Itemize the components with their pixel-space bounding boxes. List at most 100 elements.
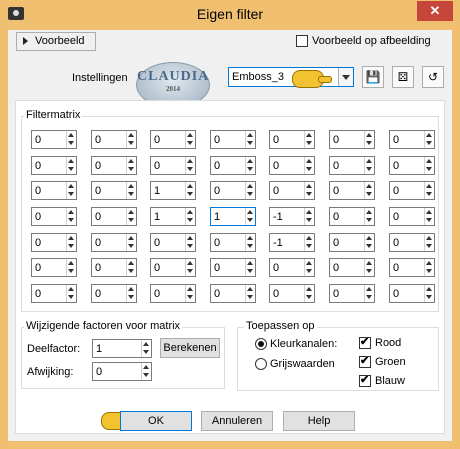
matrix-cell-spinner[interactable]: 1 [210, 207, 256, 226]
red-checkbox[interactable] [359, 335, 371, 349]
matrix-cell-spinner[interactable]: 0 [389, 258, 435, 277]
chevron-down-icon[interactable] [338, 68, 353, 86]
matrix-cell-spinner[interactable]: 0 [31, 156, 77, 175]
calculate-button[interactable]: Berekenen [160, 338, 220, 358]
matrix-cell-spinner[interactable]: 1 [150, 181, 196, 200]
spinner-arrows-icon[interactable] [424, 131, 434, 148]
spinner-arrows-icon[interactable] [66, 131, 76, 148]
spinner-arrows-icon[interactable] [245, 234, 255, 251]
matrix-cell-spinner[interactable]: 0 [150, 130, 196, 149]
spinner-arrows-icon[interactable] [364, 157, 374, 174]
matrix-cell-spinner[interactable]: 0 [31, 284, 77, 303]
matrix-cell-spinner[interactable]: 0 [210, 181, 256, 200]
close-button[interactable]: ✕ [417, 1, 453, 21]
matrix-cell-spinner[interactable]: 0 [31, 207, 77, 226]
divisor-spinner[interactable]: 1 [92, 339, 152, 358]
spinner-arrows-icon[interactable] [66, 285, 76, 302]
matrix-cell-spinner[interactable]: 0 [269, 130, 315, 149]
spinner-arrows-icon[interactable] [126, 182, 136, 199]
matrix-cell-spinner[interactable]: 1 [150, 207, 196, 226]
matrix-cell-spinner[interactable]: 0 [31, 130, 77, 149]
matrix-cell-spinner[interactable]: 0 [329, 258, 375, 277]
spinner-arrows-icon[interactable] [185, 157, 195, 174]
randomize-button[interactable]: ⚄ [392, 66, 414, 88]
matrix-cell-spinner[interactable]: -1 [269, 233, 315, 252]
spinner-arrows-icon[interactable] [185, 208, 195, 225]
spinner-arrows-icon[interactable] [424, 182, 434, 199]
spinner-arrows-icon[interactable] [304, 131, 314, 148]
spinner-arrows-icon[interactable] [66, 234, 76, 251]
spinner-arrows-icon[interactable] [185, 131, 195, 148]
spinner-arrows-icon[interactable] [126, 234, 136, 251]
matrix-cell-spinner[interactable]: -1 [269, 207, 315, 226]
spinner-arrows-icon[interactable] [304, 208, 314, 225]
matrix-cell-spinner[interactable]: 0 [31, 258, 77, 277]
matrix-cell-spinner[interactable]: 0 [210, 233, 256, 252]
matrix-cell-spinner[interactable]: 0 [389, 233, 435, 252]
matrix-cell-spinner[interactable]: 0 [329, 233, 375, 252]
spinner-arrows-icon[interactable] [364, 285, 374, 302]
matrix-cell-spinner[interactable]: 0 [31, 181, 77, 200]
spinner-arrows-icon[interactable] [304, 182, 314, 199]
save-preset-button[interactable]: 💾 [362, 66, 384, 88]
spinner-arrows-icon[interactable] [424, 259, 434, 276]
matrix-cell-spinner[interactable]: 0 [329, 130, 375, 149]
spinner-arrows-icon[interactable] [364, 208, 374, 225]
green-checkbox[interactable] [359, 354, 371, 368]
preset-dropdown[interactable]: Emboss_3 [228, 67, 354, 87]
spinner-arrows-icon[interactable] [304, 157, 314, 174]
ok-button[interactable]: OK [120, 411, 192, 431]
spinner-arrows-icon[interactable] [126, 131, 136, 148]
matrix-cell-spinner[interactable]: 0 [389, 284, 435, 303]
spinner-arrows-icon[interactable] [126, 157, 136, 174]
spinner-arrows-icon[interactable] [304, 234, 314, 251]
title-bar[interactable]: Eigen filter ✕ [0, 0, 460, 28]
spinner-arrows-icon[interactable] [66, 157, 76, 174]
spinner-arrows-icon[interactable] [185, 234, 195, 251]
matrix-cell-spinner[interactable]: 0 [150, 233, 196, 252]
spinner-arrows-icon[interactable] [245, 259, 255, 276]
spinner-arrows-icon[interactable] [185, 182, 195, 199]
matrix-cell-spinner[interactable]: 0 [210, 284, 256, 303]
matrix-cell-spinner[interactable]: 0 [91, 181, 137, 200]
spinner-arrows-icon[interactable] [304, 285, 314, 302]
spinner-arrows-icon[interactable] [245, 208, 255, 225]
matrix-cell-spinner[interactable]: 0 [329, 156, 375, 175]
matrix-cell-spinner[interactable]: 0 [329, 284, 375, 303]
matrix-cell-spinner[interactable]: 0 [389, 207, 435, 226]
matrix-cell-spinner[interactable]: 0 [389, 130, 435, 149]
matrix-cell-spinner[interactable]: 0 [210, 156, 256, 175]
spinner-arrows-icon[interactable] [185, 259, 195, 276]
spinner-arrows-icon[interactable] [185, 285, 195, 302]
matrix-cell-spinner[interactable]: 0 [91, 156, 137, 175]
spinner-arrows-icon[interactable] [66, 182, 76, 199]
matrix-cell-spinner[interactable]: 0 [269, 156, 315, 175]
spinner-arrows-icon[interactable] [304, 259, 314, 276]
matrix-cell-spinner[interactable]: 0 [150, 284, 196, 303]
color-channels-radio[interactable] [255, 338, 267, 350]
spinner-arrows-icon[interactable] [66, 259, 76, 276]
spinner-arrows-icon[interactable] [141, 363, 151, 380]
matrix-cell-spinner[interactable]: 0 [269, 181, 315, 200]
matrix-cell-spinner[interactable]: 0 [210, 130, 256, 149]
matrix-cell-spinner[interactable]: 0 [389, 181, 435, 200]
matrix-cell-spinner[interactable]: 0 [150, 258, 196, 277]
spinner-arrows-icon[interactable] [66, 208, 76, 225]
matrix-cell-spinner[interactable]: 0 [91, 130, 137, 149]
spinner-arrows-icon[interactable] [424, 285, 434, 302]
matrix-cell-spinner[interactable]: 0 [210, 258, 256, 277]
blue-checkbox[interactable] [359, 373, 371, 387]
matrix-cell-spinner[interactable]: 0 [31, 233, 77, 252]
spinner-arrows-icon[interactable] [126, 259, 136, 276]
preview-on-image-checkbox[interactable] [296, 35, 308, 47]
grayscale-radio[interactable] [255, 358, 267, 370]
matrix-cell-spinner[interactable]: 0 [91, 207, 137, 226]
reset-button[interactable]: ↺ [422, 66, 444, 88]
cancel-button[interactable]: Annuleren [201, 411, 273, 431]
offset-spinner[interactable]: 0 [92, 362, 152, 381]
spinner-arrows-icon[interactable] [364, 259, 374, 276]
matrix-cell-spinner[interactable]: 0 [91, 233, 137, 252]
matrix-cell-spinner[interactable]: 0 [329, 181, 375, 200]
spinner-arrows-icon[interactable] [424, 234, 434, 251]
spinner-arrows-icon[interactable] [245, 285, 255, 302]
